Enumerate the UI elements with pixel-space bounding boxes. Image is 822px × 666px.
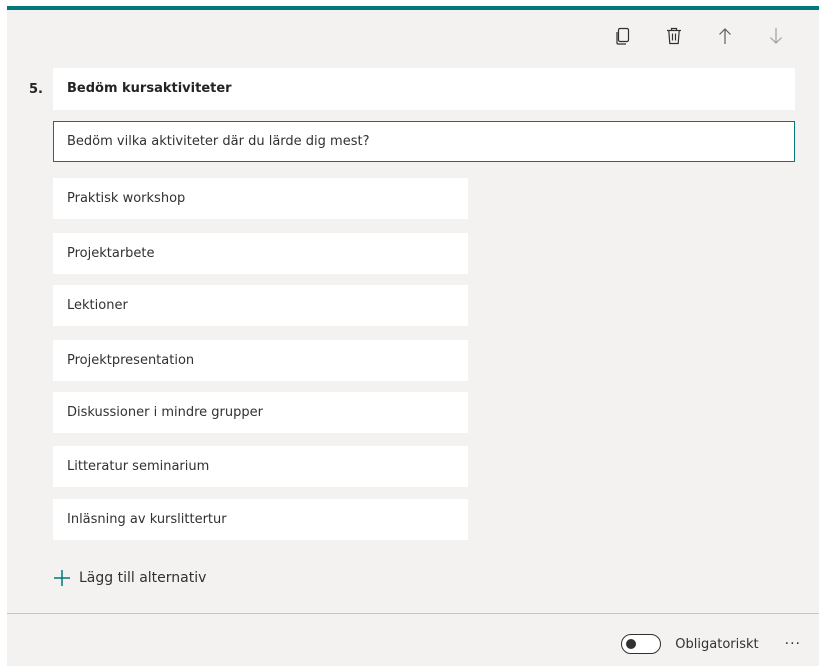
option-input-4[interactable]: Projektpresentation [53,340,468,381]
toggle-knob [626,639,637,649]
delete-question-button[interactable] [648,22,699,50]
add-option-button[interactable]: Lägg till alternativ [53,564,206,592]
option-input-7[interactable]: Inläsning av kurslittertur [53,499,468,540]
copy-question-button[interactable] [597,22,648,50]
option-input-3[interactable]: Lektioner [53,285,468,326]
move-up-button[interactable] [699,22,750,50]
trash-icon [666,27,681,45]
question-toolbar [597,22,801,50]
copy-icon [615,27,629,45]
question-card: 5. Bedöm kursaktiviteter Bedöm vilka akt… [7,6,819,666]
option-input-1[interactable]: Praktisk workshop [53,178,468,219]
question-title-input[interactable]: Bedöm kursaktiviteter [53,68,795,110]
add-option-label: Lägg till alternativ [79,570,207,586]
arrow-down-icon [769,28,782,44]
move-down-button[interactable] [750,22,801,50]
option-input-6[interactable]: Litteratur seminarium [53,446,468,487]
question-subtitle-input[interactable]: Bedöm vilka aktiviteter där du lärde dig… [53,121,795,162]
option-input-5[interactable]: Diskussioner i mindre grupper [53,392,468,433]
question-footer: Obligatoriskt ··· [621,630,801,658]
more-options-button[interactable]: ··· [785,630,801,658]
question-number: 5. [29,82,43,97]
plus-icon [54,570,70,586]
footer-divider [7,613,819,614]
option-input-2[interactable]: Projektarbete [53,233,468,274]
arrow-up-icon [718,28,731,44]
required-toggle[interactable] [621,634,662,654]
required-label: Obligatoriskt [675,636,759,652]
